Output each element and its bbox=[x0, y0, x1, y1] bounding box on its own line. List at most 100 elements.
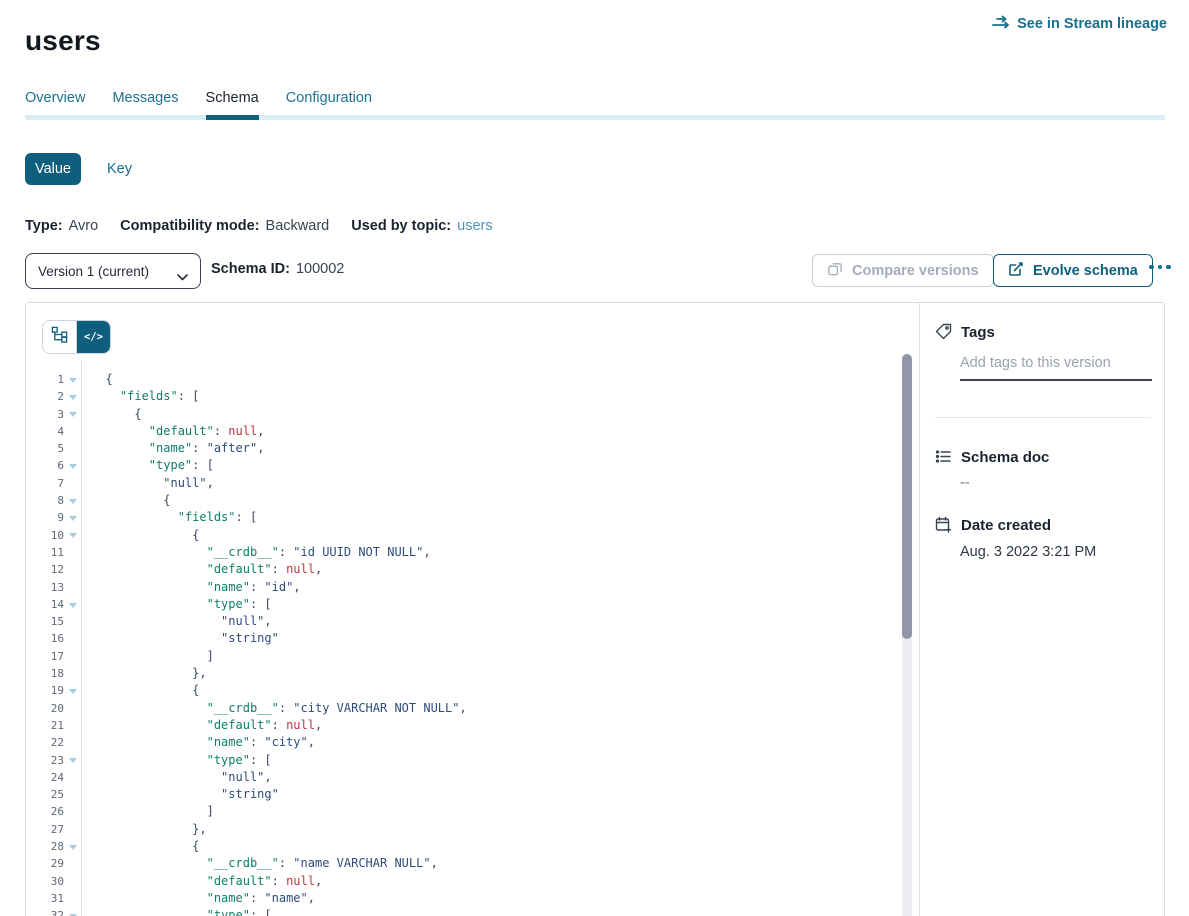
fold-toggle[interactable] bbox=[64, 492, 81, 509]
schema-meta-row: Type: Avro Compatibility mode: Backward … bbox=[25, 218, 493, 234]
line-gutter: 26 bbox=[26, 803, 81, 820]
tree-view-icon bbox=[51, 326, 68, 348]
topic-link[interactable]: users bbox=[457, 218, 492, 234]
fold-spacer bbox=[64, 579, 81, 596]
line-number: 5 bbox=[26, 440, 64, 457]
editor-scrollbar-track[interactable] bbox=[902, 354, 912, 916]
fold-toggle[interactable] bbox=[64, 682, 81, 699]
compatibility-mode: Compatibility mode: Backward bbox=[120, 218, 329, 234]
stream-lineage-link[interactable]: See in Stream lineage bbox=[992, 15, 1167, 33]
fold-toggle[interactable] bbox=[64, 527, 81, 544]
code-content: "name": "name", bbox=[81, 890, 315, 907]
code-line: 15 "null", bbox=[26, 613, 467, 630]
evolve-schema-button[interactable]: Evolve schema bbox=[993, 254, 1153, 287]
fold-spacer bbox=[64, 873, 81, 890]
line-gutter: 2 bbox=[26, 388, 81, 405]
type-label: Type: bbox=[25, 218, 63, 234]
tab-schema[interactable]: Schema bbox=[206, 90, 259, 120]
fold-spacer bbox=[64, 769, 81, 786]
fold-toggle[interactable] bbox=[64, 457, 81, 474]
key-toggle-button[interactable]: Key bbox=[101, 153, 138, 185]
compare-versions-button[interactable]: Compare versions bbox=[812, 254, 994, 287]
line-gutter: 32 bbox=[26, 907, 81, 916]
line-number: 27 bbox=[26, 821, 64, 838]
line-gutter: 14 bbox=[26, 596, 81, 613]
fold-toggle[interactable] bbox=[64, 907, 81, 916]
line-gutter: 30 bbox=[26, 873, 81, 890]
code-content: }, bbox=[81, 821, 207, 838]
tree-view-button[interactable] bbox=[43, 321, 77, 353]
fold-toggle[interactable] bbox=[64, 371, 81, 388]
line-number: 20 bbox=[26, 700, 64, 717]
fold-triangle-icon bbox=[69, 758, 77, 763]
code-view-button[interactable]: </> bbox=[77, 321, 110, 353]
code-content: "__crdb__": "id UUID NOT NULL", bbox=[81, 544, 431, 561]
value-toggle-button[interactable]: Value bbox=[25, 153, 81, 185]
code-content: "name": "city", bbox=[81, 734, 315, 751]
fold-triangle-icon bbox=[69, 689, 77, 694]
tab-overview[interactable]: Overview bbox=[25, 90, 85, 120]
tags-input[interactable] bbox=[960, 351, 1152, 381]
code-content: { bbox=[81, 838, 199, 855]
fold-toggle[interactable] bbox=[64, 406, 81, 423]
code-lines: 1 {2 "fields": [3 {4 "default": null,5 "… bbox=[26, 371, 467, 916]
editor-scrollbar-thumb[interactable] bbox=[902, 354, 912, 639]
code-line: 19 { bbox=[26, 682, 467, 699]
line-gutter: 15 bbox=[26, 613, 81, 630]
fold-spacer bbox=[64, 475, 81, 492]
fold-toggle[interactable] bbox=[64, 388, 81, 405]
code-line: 7 "null", bbox=[26, 475, 467, 492]
line-number: 14 bbox=[26, 596, 64, 613]
line-gutter: 3 bbox=[26, 406, 81, 423]
line-number: 1 bbox=[26, 371, 64, 388]
line-gutter: 17 bbox=[26, 648, 81, 665]
fold-triangle-icon bbox=[69, 845, 77, 850]
tag-icon bbox=[935, 323, 952, 344]
fold-spacer bbox=[64, 665, 81, 682]
fold-triangle-icon bbox=[69, 378, 77, 383]
fold-toggle[interactable] bbox=[64, 596, 81, 613]
code-line: 9 "fields": [ bbox=[26, 509, 467, 526]
code-content: { bbox=[81, 406, 142, 423]
code-content: "null", bbox=[81, 769, 272, 786]
code-line: 31 "name": "name", bbox=[26, 890, 467, 907]
panel-divider bbox=[919, 303, 920, 916]
line-number: 16 bbox=[26, 630, 64, 647]
more-options-button[interactable] bbox=[1145, 254, 1175, 280]
line-gutter: 6 bbox=[26, 457, 81, 474]
stream-lineage-label: See in Stream lineage bbox=[1017, 16, 1167, 32]
fold-spacer bbox=[64, 544, 81, 561]
line-gutter: 10 bbox=[26, 527, 81, 544]
code-content: "string" bbox=[81, 786, 279, 803]
code-line: 20 "__crdb__": "city VARCHAR NOT NULL", bbox=[26, 700, 467, 717]
tab-configuration[interactable]: Configuration bbox=[286, 90, 372, 120]
code-line: 17 ] bbox=[26, 648, 467, 665]
code-content: "fields": [ bbox=[81, 509, 257, 526]
schema-id-value: 100002 bbox=[296, 261, 344, 277]
code-content: "__crdb__": "name VARCHAR NULL", bbox=[81, 855, 438, 872]
fold-spacer bbox=[64, 734, 81, 751]
compare-versions-icon bbox=[827, 261, 843, 281]
line-gutter: 18 bbox=[26, 665, 81, 682]
fold-spacer bbox=[64, 561, 81, 578]
code-content: { bbox=[81, 371, 113, 388]
fold-toggle[interactable] bbox=[64, 509, 81, 526]
version-select[interactable]: Version 1 (current) bbox=[25, 253, 201, 289]
code-line: 27 }, bbox=[26, 821, 467, 838]
line-gutter: 24 bbox=[26, 769, 81, 786]
tab-messages[interactable]: Messages bbox=[112, 90, 178, 120]
line-number: 19 bbox=[26, 682, 64, 699]
line-gutter: 22 bbox=[26, 734, 81, 751]
line-number: 12 bbox=[26, 561, 64, 578]
fold-toggle[interactable] bbox=[64, 752, 81, 769]
fold-spacer bbox=[64, 630, 81, 647]
line-gutter: 28 bbox=[26, 838, 81, 855]
code-content: "default": null, bbox=[81, 873, 322, 890]
code-content: ] bbox=[81, 648, 214, 665]
line-gutter: 25 bbox=[26, 786, 81, 803]
line-number: 21 bbox=[26, 717, 64, 734]
sidebar-divider bbox=[935, 417, 1151, 418]
code-line: 13 "name": "id", bbox=[26, 579, 467, 596]
fold-toggle[interactable] bbox=[64, 838, 81, 855]
code-line: 22 "name": "city", bbox=[26, 734, 467, 751]
